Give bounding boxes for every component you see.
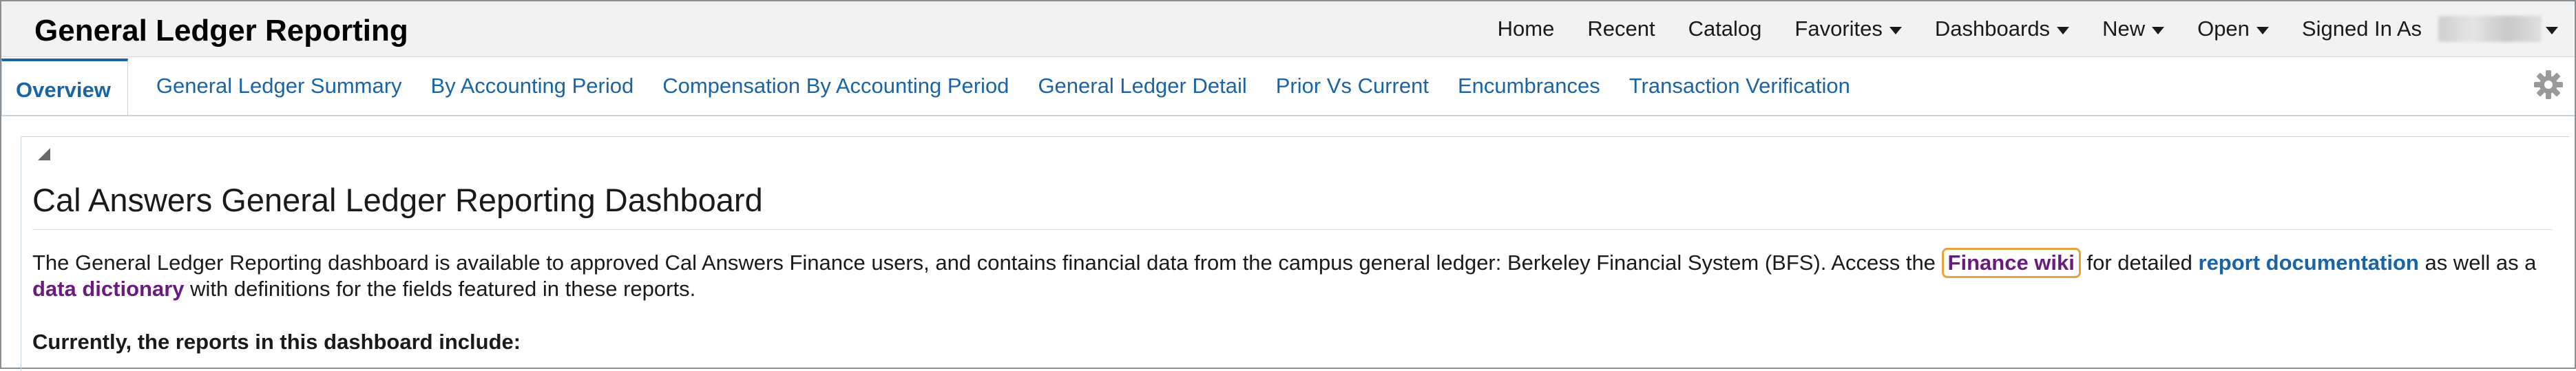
nav-favorites-menu[interactable]: Favorites	[1794, 17, 1902, 41]
tab-prior-vs-current[interactable]: Prior Vs Current	[1261, 57, 1443, 115]
dashboard-tab-bar: Overview General Ledger Summary By Accou…	[1, 57, 2575, 116]
intro-text-1: The General Ledger Reporting dashboard i…	[32, 251, 1942, 275]
tab-encumbrances[interactable]: Encumbrances	[1443, 57, 1615, 115]
intro-text-4: with definitions for the fields featured…	[184, 277, 696, 301]
nav-recent[interactable]: Recent	[1587, 17, 1655, 41]
chevron-down-icon	[2152, 26, 2165, 34]
chevron-down-icon	[2057, 26, 2070, 34]
chevron-down-icon	[2546, 26, 2558, 34]
report-documentation-link[interactable]: report documentation	[2199, 251, 2419, 275]
tab-general-ledger-summary[interactable]: General Ledger Summary	[142, 57, 417, 115]
intro-paragraph: The General Ledger Reporting dashboard i…	[32, 248, 2559, 302]
tab-by-accounting-period[interactable]: By Accounting Period	[417, 57, 649, 115]
nav-catalog[interactable]: Catalog	[1688, 17, 1762, 41]
nav-home-label: Home	[1497, 17, 1555, 41]
data-dictionary-link[interactable]: data dictionary	[32, 277, 185, 301]
highlight-box: Finance wiki	[1941, 248, 2081, 278]
signed-in-as[interactable]: Signed In As	[2302, 16, 2558, 42]
dashboard-title: Cal Answers General Ledger Reporting Das…	[32, 182, 763, 218]
reports-subheading: Currently, the reports in this dashboard…	[32, 330, 521, 354]
chevron-down-icon	[1889, 26, 1902, 34]
nav-open-menu[interactable]: Open	[2197, 17, 2269, 41]
content-panel: Cal Answers General Ledger Reporting Das…	[21, 136, 2569, 371]
dashboard-tabs: Overview General Ledger Summary By Accou…	[1, 57, 1865, 115]
intro-text-2: for detailed	[2080, 251, 2199, 275]
nav-recent-label: Recent	[1587, 17, 1655, 41]
nav-dashboards-label: Dashboards	[1934, 17, 2051, 41]
tab-general-ledger-detail[interactable]: General Ledger Detail	[1023, 57, 1261, 115]
nav-home[interactable]: Home	[1498, 17, 1555, 41]
nav-new-menu[interactable]: New	[2102, 17, 2165, 41]
global-header: General Ledger Reporting Home Recent Cat…	[1, 1, 2575, 57]
browser-frame: General Ledger Reporting Home Recent Cat…	[0, 0, 2576, 371]
global-nav: Home Recent Catalog Favorites Dashboards…	[1465, 1, 2558, 56]
collapse-section-icon[interactable]	[38, 148, 50, 160]
gear-icon[interactable]	[2532, 68, 2565, 101]
chevron-down-icon	[2256, 26, 2269, 34]
intro-text-3: as well as a	[2418, 251, 2537, 275]
tab-transaction-verification[interactable]: Transaction Verification	[1615, 57, 1865, 115]
app-title: General Ledger Reporting	[34, 14, 408, 47]
finance-wiki-link[interactable]: Finance wiki	[1948, 251, 2075, 275]
nav-catalog-label: Catalog	[1688, 17, 1762, 41]
nav-new-label: New	[2102, 17, 2146, 41]
redacted-username	[2438, 16, 2542, 42]
nav-open-label: Open	[2197, 17, 2250, 41]
signed-in-label: Signed In As	[2301, 17, 2422, 41]
tab-overview[interactable]: Overview	[1, 59, 128, 115]
title-divider	[32, 229, 2553, 230]
nav-dashboards-menu[interactable]: Dashboards	[1934, 17, 2070, 41]
nav-favorites-label: Favorites	[1794, 17, 1883, 41]
tab-compensation-by-accounting-period[interactable]: Compensation By Accounting Period	[648, 57, 1023, 115]
